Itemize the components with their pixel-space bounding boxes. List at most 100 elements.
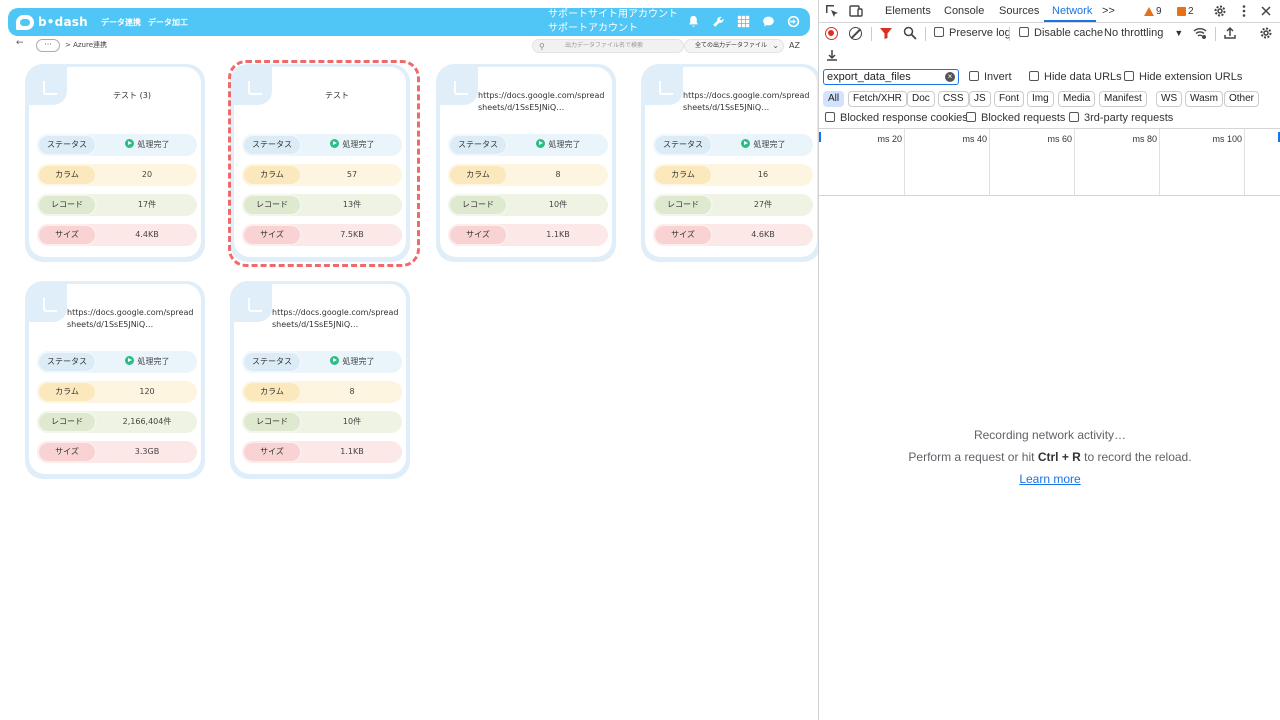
- network-conditions-icon[interactable]: [1193, 26, 1207, 40]
- file-corner-icon: [645, 67, 683, 105]
- import-har-icon[interactable]: [1223, 26, 1237, 40]
- hide-extension-urls-checkbox[interactable]: Hide extension URLs: [1124, 71, 1242, 83]
- timeline-start-handle[interactable]: [819, 132, 821, 142]
- third-party-requests-checkbox[interactable]: 3rd-party requests: [1069, 112, 1173, 124]
- sort-az-button[interactable]: AZ: [789, 41, 800, 50]
- active-tab-indicator: [1044, 20, 1096, 22]
- hide-data-urls-checkbox[interactable]: Hide data URLs: [1029, 71, 1122, 83]
- status-row-label: ステータス: [37, 351, 97, 373]
- status-row-value: 処理完了: [508, 134, 608, 156]
- logout-icon[interactable]: [786, 14, 800, 28]
- type-filter-img[interactable]: Img: [1027, 91, 1054, 107]
- record-row-value: 17件: [97, 194, 197, 216]
- export-file-card[interactable]: https://docs.google.com/spreadsheets/d/1…: [25, 281, 205, 479]
- more-tabs-button[interactable]: >>: [1102, 5, 1115, 17]
- blocked-requests-checkbox[interactable]: Blocked requests: [966, 112, 1065, 124]
- type-filter-media[interactable]: Media: [1058, 91, 1096, 107]
- record-hint-pre: Perform a request or hit: [908, 450, 1038, 464]
- timeline-gridline: [989, 129, 990, 195]
- tab-sources[interactable]: Sources: [999, 5, 1039, 17]
- warnings-badge[interactable]: 9: [1144, 6, 1162, 17]
- disable-cache-checkbox[interactable]: Disable cache: [1019, 27, 1103, 39]
- status-row-label: ステータス: [448, 134, 508, 156]
- type-filter-all[interactable]: All: [823, 91, 845, 107]
- type-filter-fetch-xhr[interactable]: Fetch/XHR: [848, 91, 907, 107]
- kebab-menu-icon[interactable]: [1237, 4, 1251, 18]
- warning-icon: [1144, 7, 1154, 16]
- learn-more-link[interactable]: Learn more: [819, 472, 1280, 486]
- nav-data-processing[interactable]: データ加工: [148, 17, 188, 28]
- record-row: レコード 17件: [37, 194, 197, 216]
- type-filter-wasm[interactable]: Wasm: [1185, 91, 1223, 107]
- throttling-select[interactable]: No throttling ▼: [1104, 27, 1183, 39]
- network-filter-input[interactable]: export_data_files ×: [823, 69, 959, 85]
- tab-console[interactable]: Console: [944, 5, 984, 17]
- size-row-label: サイズ: [37, 224, 97, 246]
- type-filter-manifest[interactable]: Manifest: [1099, 91, 1147, 107]
- chat-icon[interactable]: [761, 14, 775, 28]
- network-overview-timeline[interactable]: 20 ms 40 ms 60 ms 80 ms 100 ms: [819, 128, 1280, 196]
- bell-icon[interactable]: [686, 14, 700, 28]
- wrench-icon[interactable]: [711, 14, 725, 28]
- breadcrumb-more-button[interactable]: ···: [36, 39, 60, 52]
- export-har-icon[interactable]: [825, 48, 839, 62]
- filter-funnel-icon[interactable]: [879, 26, 893, 40]
- inspect-element-icon[interactable]: [825, 4, 839, 18]
- hide-extension-urls-label: Hide extension URLs: [1139, 71, 1243, 83]
- status-row-text: 処理完了: [137, 140, 170, 149]
- clear-filter-icon[interactable]: ×: [945, 72, 955, 82]
- breadcrumb[interactable]: > Azure連携: [65, 40, 107, 50]
- search-icon[interactable]: [903, 26, 917, 40]
- size-row-text: 1.1KB: [340, 447, 364, 456]
- devtools-tabbar: Elements Console Sources Network >> 9 2: [819, 0, 1280, 23]
- export-file-card[interactable]: https://docs.google.com/spreadsheets/d/1…: [230, 281, 410, 479]
- settings-gear-icon[interactable]: [1213, 4, 1227, 18]
- type-filter-ws[interactable]: WS: [1156, 91, 1183, 107]
- tab-network[interactable]: Network: [1052, 5, 1092, 17]
- column-row-value: 16: [713, 164, 813, 186]
- bdash-app: b•dash データ連携 データ加工 サポートサイト用アカウント サポートアカウ…: [0, 0, 818, 720]
- record-icon[interactable]: [825, 27, 838, 40]
- toolbar-divider: [1009, 27, 1010, 41]
- size-row-text: 4.6KB: [751, 230, 775, 239]
- clear-icon[interactable]: [849, 27, 862, 40]
- file-filter-label: 全ての出力データファイル: [695, 42, 768, 49]
- record-row: レコード 10件: [448, 194, 608, 216]
- issues-badge[interactable]: 2: [1177, 6, 1194, 17]
- record-row-text: 17件: [137, 200, 157, 209]
- support-account[interactable]: サポートサイト用アカウント サポートアカウント: [548, 8, 678, 36]
- invert-checkbox[interactable]: Invert: [969, 71, 1012, 83]
- size-row-value: 3.3GB: [97, 441, 197, 463]
- file-corner-icon: [234, 284, 272, 322]
- network-settings-gear-icon[interactable]: [1259, 26, 1273, 40]
- grid-icon[interactable]: [736, 14, 750, 28]
- type-filter-doc[interactable]: Doc: [907, 91, 935, 107]
- type-filter-css[interactable]: CSS: [938, 91, 969, 107]
- status-row-value: 処理完了: [97, 134, 197, 156]
- search-input[interactable]: ⚲ 出力データファイル名で検索: [532, 39, 684, 53]
- export-file-card[interactable]: https://docs.google.com/spreadsheets/d/1…: [641, 64, 818, 262]
- size-row-label: サイズ: [448, 224, 508, 246]
- export-file-card[interactable]: テスト (3) ステータス 処理完了 カラム 20 レコード 17件 サイズ 4.4KB: [25, 64, 205, 262]
- selected-card-highlight: [228, 60, 420, 267]
- play-status-icon: [124, 139, 134, 148]
- warnings-count: 9: [1156, 6, 1162, 17]
- file-filter-select[interactable]: 全ての出力データファイル ⌄: [684, 39, 784, 53]
- type-filter-js[interactable]: JS: [969, 91, 991, 107]
- column-row: カラム 16: [653, 164, 813, 186]
- blocked-response-cookies-checkbox[interactable]: Blocked response cookies: [825, 112, 968, 124]
- type-filter-other[interactable]: Other: [1224, 91, 1260, 107]
- back-arrow-icon[interactable]: ←: [16, 38, 24, 48]
- record-row: レコード 10件: [242, 411, 402, 433]
- play-status-icon: [740, 139, 750, 148]
- nav-data-integration[interactable]: データ連携: [101, 17, 141, 28]
- bdash-logo[interactable]: b•dash: [16, 13, 88, 31]
- device-toolbar-icon[interactable]: [849, 4, 863, 18]
- search-icon: ⚲: [539, 42, 545, 51]
- preserve-log-checkbox[interactable]: Preserve log: [934, 27, 1011, 39]
- close-devtools-icon[interactable]: [1259, 4, 1273, 18]
- type-filter-font[interactable]: Font: [994, 91, 1025, 107]
- disable-cache-label: Disable cache: [1034, 27, 1104, 39]
- tab-elements[interactable]: Elements: [885, 5, 931, 17]
- export-file-card[interactable]: https://docs.google.com/spreadsheets/d/1…: [436, 64, 616, 262]
